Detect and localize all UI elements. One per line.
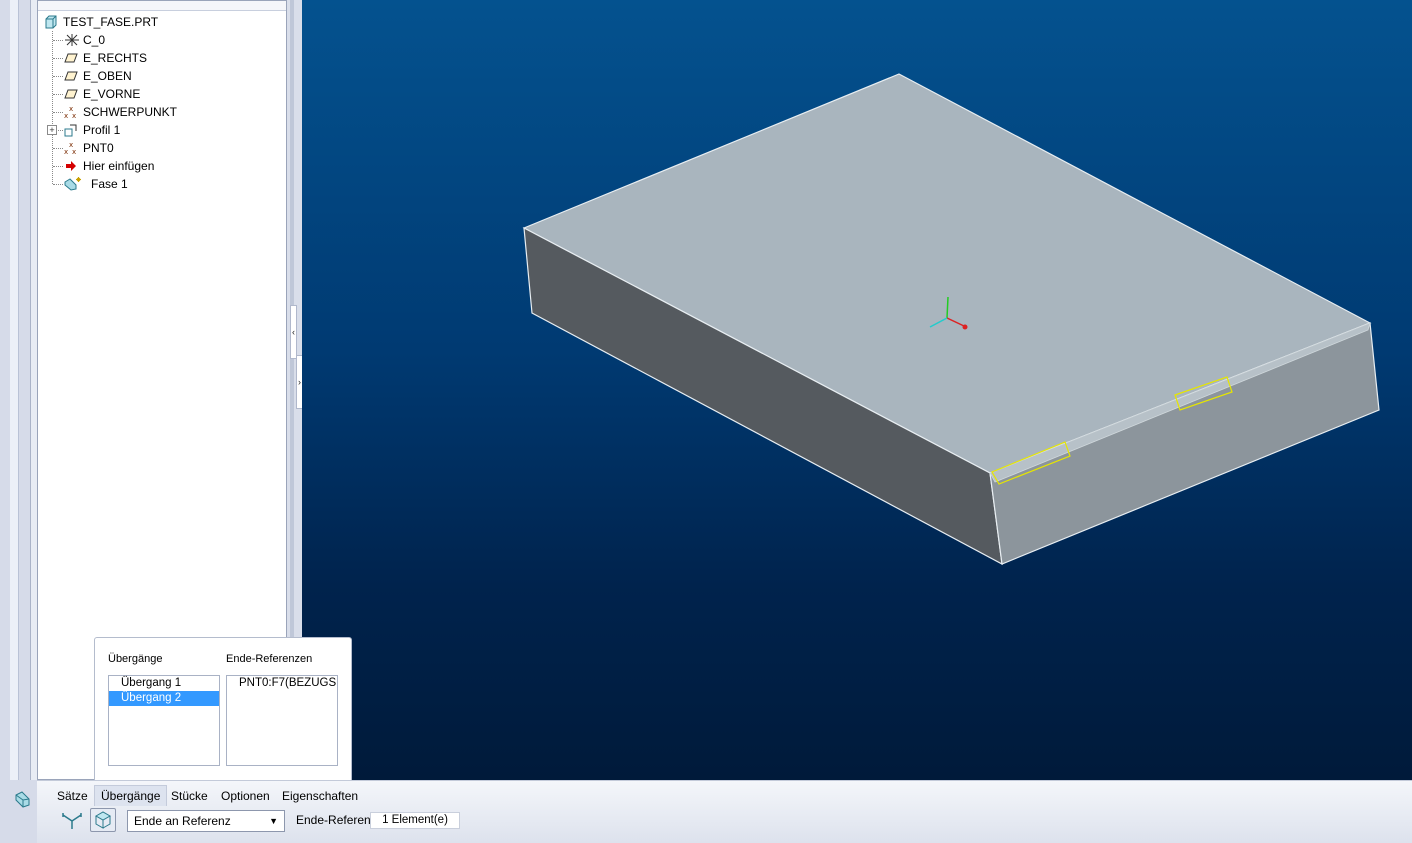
feature-dashboard: Sätze Übergänge Stücke Optionen Eigensch… [37,780,1412,843]
datum-plane-icon [64,71,78,81]
sketch-icon [64,124,77,137]
tree-item-label: PNT0 [83,141,114,155]
navigator-gutter [10,0,19,780]
tree-root-label: TEST_FASE.PRT [63,15,159,29]
end-reference-collector[interactable]: 1 Element(e) [370,812,460,829]
transition-item-1[interactable]: Übergang 1 [109,676,219,691]
model-tree-header [38,1,286,11]
tree-item-schwerpunkt[interactable]: x x x SCHWERPUNKT [38,103,278,121]
tree-item-label: C_0 [83,33,106,47]
tree-item-label: E_RECHTS [83,51,148,65]
svg-text:x: x [64,112,68,119]
transitions-slideup-panel: Übergänge Ende-Referenzen Übergang 1 Übe… [94,637,352,782]
end-reference-item[interactable]: PNT0:F7(BEZUGSP [227,676,337,691]
part-model-view[interactable] [302,0,1412,780]
tab-stuecke[interactable]: Stücke [165,786,214,806]
collapse-left-arrow-icon[interactable]: ‹ [290,305,297,359]
tree-item-pnt0[interactable]: x x x PNT0 [38,139,278,157]
corner-transition-icon [62,813,82,829]
expand-icon[interactable]: + [47,125,57,135]
graphics-viewport[interactable] [302,0,1412,780]
tree-branch [53,58,63,59]
svg-text:x: x [72,112,76,119]
tree-branch [53,148,63,149]
tree-item-profil-1[interactable]: + Profil 1 [38,121,278,139]
tree-branch [58,130,63,131]
tree-item-label: Profil 1 [83,123,121,137]
insert-here-arrow-icon [66,161,76,171]
tree-branch [53,94,63,95]
transition-type-button-2[interactable] [90,808,116,832]
end-references-list[interactable]: PNT0:F7(BEZUGSP [226,675,338,766]
end-references-header: Ende-Referenzen [226,653,313,665]
chamfer-dashboard-icon [15,791,30,808]
tab-uebergaenge[interactable]: Übergänge [94,785,168,806]
part-icon [45,15,57,29]
tab-optionen[interactable]: Optionen [215,786,276,806]
tree-branch [53,184,63,185]
tree-item-fase-1[interactable]: Fase 1 [38,175,278,193]
datum-plane-icon [64,53,78,63]
tree-item-label: E_OBEN [83,69,132,83]
transitions-list[interactable]: Übergang 1 Übergang 2 [108,675,220,766]
svg-text:x: x [64,148,68,155]
tree-item-insert-here[interactable]: Hier einfügen [38,157,278,175]
coordinate-system-icon [65,34,79,46]
tree-item-label: Fase 1 [91,177,128,191]
dropdown-value: Ende an Referenz [134,814,231,828]
tree-item-e-oben[interactable]: E_OBEN [38,67,278,85]
tree-branch [53,76,63,77]
datum-plane-icon [64,89,78,99]
tree-item-label: Hier einfügen [83,159,155,173]
transition-item-2[interactable]: Übergang 2 [109,691,219,706]
tree-item-label: SCHWERPUNKT [83,105,178,119]
tree-root-item[interactable]: TEST_FASE.PRT [38,13,278,31]
tab-saetze[interactable]: Sätze [51,786,94,806]
tree-branch [53,166,63,167]
left-navigator-strip [0,0,38,842]
chamfer-feature-icon [64,177,81,191]
tree-branch [53,112,63,113]
svg-text:x: x [72,148,76,155]
tab-eigenschaften[interactable]: Eigenschaften [276,786,364,806]
transition-type-dropdown[interactable]: Ende an Referenz ▼ [127,810,285,832]
transitions-header: Übergänge [108,653,163,665]
datum-point-icon: x x x [64,105,76,119]
tree-item-label: E_VORNE [83,87,141,101]
tree-branch [53,40,63,41]
tree-item-e-vorne[interactable]: E_VORNE [38,85,278,103]
datum-point-icon: x x x [64,141,76,155]
tree-item-c0[interactable]: C_0 [38,31,278,49]
tree-item-e-rechts[interactable]: E_RECHTS [38,49,278,67]
end-at-reference-icon [94,811,112,829]
end-reference-label: Ende-Referenz [296,813,377,827]
transition-type-button-1[interactable] [60,809,86,833]
chevron-down-icon: ▼ [269,816,278,826]
